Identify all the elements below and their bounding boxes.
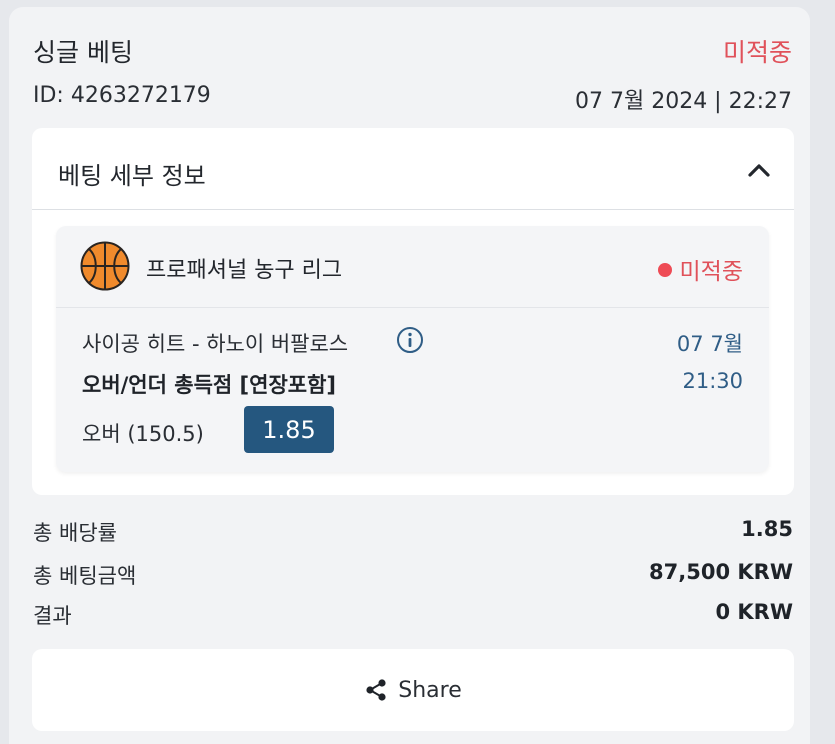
total-odds-label: 총 배당률 bbox=[33, 521, 117, 545]
result-label: 결과 bbox=[33, 604, 72, 628]
bet-status: 미적중 bbox=[722, 38, 792, 67]
share-label: Share bbox=[398, 677, 462, 703]
odds-button[interactable]: 1.85 bbox=[244, 406, 334, 453]
bet-details-title: 베팅 세부 정보 bbox=[58, 162, 206, 190]
event-header: 프로패셔널 농구 리그 미적중 bbox=[56, 226, 769, 308]
event-status-label: 미적중 bbox=[679, 259, 743, 285]
chevron-up-icon[interactable] bbox=[746, 160, 772, 180]
league-name: 프로패셔널 농구 리그 bbox=[146, 258, 343, 283]
share-button[interactable]: Share bbox=[32, 649, 794, 731]
match-date: 07 7월 bbox=[676, 332, 743, 356]
basketball-icon bbox=[80, 241, 130, 291]
market-name: 오버/언더 총득점 [연장포함] bbox=[82, 373, 337, 397]
total-odds-value: 1.85 bbox=[741, 517, 793, 541]
status-dot bbox=[657, 263, 672, 277]
bet-card: 싱글 베팅 미적중 ID: 4263272179 07 7월 2024 | 22… bbox=[9, 7, 810, 744]
info-icon[interactable] bbox=[396, 326, 424, 354]
bet-type-title: 싱글 베팅 bbox=[33, 38, 133, 67]
bet-datetime: 07 7월 2024 | 22:27 bbox=[574, 89, 792, 114]
selection-label: 오버 (150.5) bbox=[82, 422, 204, 446]
bet-details-panel: 베팅 세부 정보 프로패셔널 농구 리그 미적중 사이공 히트 - 하노이 버팔… bbox=[32, 128, 794, 495]
total-stake-label: 총 베팅금액 bbox=[33, 564, 137, 588]
event-status: 미적중 bbox=[657, 252, 743, 286]
match-name: 사이공 히트 - 하노이 버팔로스 bbox=[82, 332, 349, 356]
result-value: 0 KRW bbox=[715, 600, 793, 624]
share-icon bbox=[366, 679, 386, 701]
total-stake-value: 87,500 KRW bbox=[649, 560, 793, 584]
event-card: 프로패셔널 농구 리그 미적중 사이공 히트 - 하노이 버팔로스 07 7월 … bbox=[56, 226, 769, 472]
bet-id: ID: 4263272179 bbox=[33, 83, 211, 108]
divider bbox=[32, 209, 794, 210]
match-time: 21:30 bbox=[682, 369, 743, 393]
